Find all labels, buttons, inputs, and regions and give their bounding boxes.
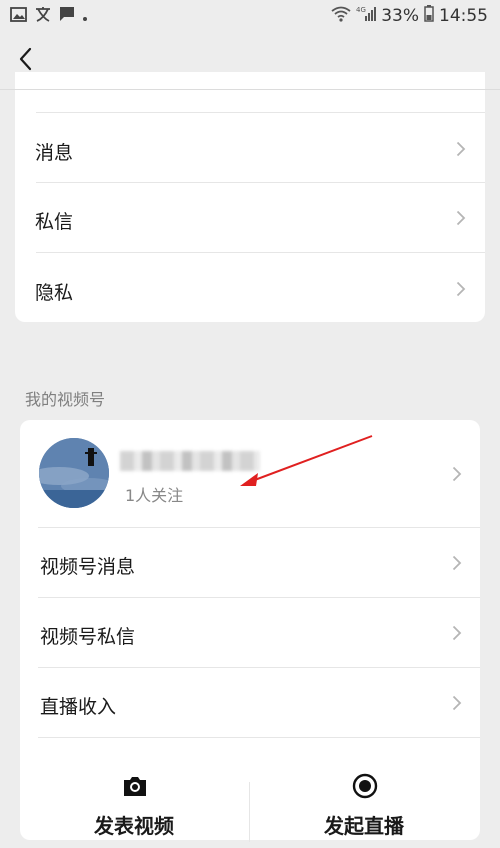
settings-item-private-messages[interactable]: 私信 bbox=[15, 183, 485, 252]
signal-icon: 4G bbox=[356, 5, 377, 27]
battery-icon bbox=[424, 5, 434, 27]
battery-percent: 33% bbox=[381, 6, 419, 26]
chevron-right-icon bbox=[452, 555, 462, 571]
channel-item-label: 视频号消息 bbox=[40, 556, 136, 578]
nav-divider bbox=[0, 89, 500, 90]
wifi-icon bbox=[331, 6, 351, 27]
status-bar: 4G 33% 14:55 bbox=[0, 0, 500, 32]
channel-item-label: 视频号私信 bbox=[40, 626, 136, 648]
signal-type-label: 4G bbox=[356, 6, 366, 14]
chevron-right-icon bbox=[452, 695, 462, 711]
channel-item-messages[interactable]: 视频号消息 bbox=[20, 528, 480, 597]
avatar-image bbox=[39, 438, 109, 508]
channel-name-redacted bbox=[120, 451, 260, 471]
settings-item-messages[interactable]: 消息 bbox=[15, 114, 485, 182]
translate-icon bbox=[34, 6, 52, 27]
settings-card: 消息 私信 隐私 bbox=[15, 72, 485, 322]
chevron-right-icon bbox=[456, 210, 466, 226]
start-live-button[interactable]: 发起直播 bbox=[250, 758, 478, 848]
gallery-icon bbox=[10, 6, 27, 27]
row-divider bbox=[36, 112, 485, 113]
dot-icon bbox=[82, 7, 88, 27]
channel-item-live-income[interactable]: 直播收入 bbox=[20, 668, 480, 737]
publish-video-button[interactable]: 发表视频 bbox=[20, 758, 248, 848]
chevron-right-icon bbox=[452, 466, 462, 482]
section-title-my-channels: 我的视频号 bbox=[25, 390, 106, 409]
status-left-icons bbox=[10, 6, 88, 27]
chevron-right-icon bbox=[452, 625, 462, 641]
chevron-right-icon bbox=[456, 141, 466, 157]
chevron-right-icon bbox=[456, 281, 466, 297]
settings-item-privacy[interactable]: 隐私 bbox=[15, 253, 485, 322]
channel-item-private-messages[interactable]: 视频号私信 bbox=[20, 598, 480, 667]
row-divider bbox=[38, 737, 480, 738]
channel-item-label: 直播收入 bbox=[40, 696, 117, 718]
follower-count: 1人关注 bbox=[125, 486, 184, 505]
clock: 14:55 bbox=[439, 6, 488, 26]
status-right-icons: 4G 33% 14:55 bbox=[331, 5, 488, 27]
publish-video-label: 发表视频 bbox=[94, 814, 174, 838]
channels-card: 1人关注 视频号消息 视频号私信 直播收入 发表视频 发起直播 bbox=[20, 420, 480, 842]
avatar bbox=[39, 438, 109, 508]
settings-item-label: 消息 bbox=[35, 142, 74, 164]
settings-item-label: 私信 bbox=[35, 211, 74, 233]
start-live-label: 发起直播 bbox=[324, 814, 404, 838]
channel-actions: 发表视频 发起直播 bbox=[20, 758, 480, 848]
chat-bubble-icon bbox=[59, 6, 75, 27]
settings-item-label: 隐私 bbox=[35, 282, 74, 304]
live-record-icon bbox=[352, 773, 378, 799]
channel-profile-row[interactable]: 1人关注 bbox=[20, 420, 480, 527]
camera-icon bbox=[124, 777, 146, 796]
